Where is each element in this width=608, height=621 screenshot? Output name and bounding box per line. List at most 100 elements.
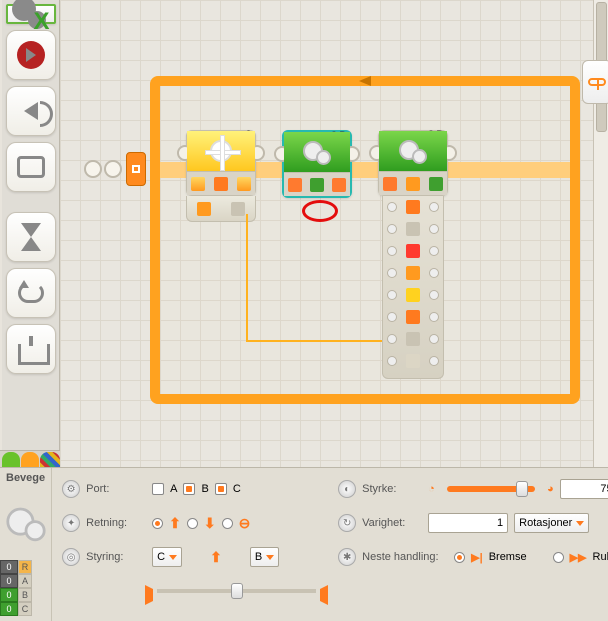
stop-icon: ⊖ <box>239 515 251 532</box>
move-block[interactable]: C B <box>378 130 448 196</box>
datahub-row[interactable] <box>383 196 443 218</box>
hub-plug-left[interactable] <box>387 290 397 300</box>
hourglass-icon <box>21 223 41 251</box>
light-sensor-block[interactable]: 3 <box>186 130 256 196</box>
display-icon <box>17 156 45 178</box>
palette-loop-block[interactable] <box>6 268 56 318</box>
port-value: 0 <box>0 560 18 574</box>
sequence-start[interactable] <box>84 148 154 190</box>
hub-plug-right[interactable] <box>429 202 439 212</box>
steering-right-motor-select[interactable]: B <box>250 547 279 567</box>
slider-thumb[interactable] <box>231 583 243 599</box>
datahub-row[interactable] <box>383 350 443 372</box>
direction-radio-up[interactable] <box>152 518 163 529</box>
palette-tabs <box>0 450 60 468</box>
hub-plug-left[interactable] <box>387 202 397 212</box>
light-icon <box>210 140 232 162</box>
arrow-up-icon: ⬆ <box>210 549 222 566</box>
infinity-icon <box>588 78 606 86</box>
hub-plug-left[interactable] <box>387 268 397 278</box>
hub-plug-left[interactable] <box>387 246 397 256</box>
direction-radio-stop[interactable] <box>222 518 233 529</box>
loop-container[interactable] <box>150 76 580 404</box>
port-checkbox-c[interactable] <box>215 483 227 495</box>
palette-sound-block[interactable] <box>6 86 56 136</box>
annotation-circle <box>302 200 338 222</box>
field-label: Neste handling: <box>362 551 448 563</box>
config-block-summary: Bevege 0R 0A 0B 0C <box>0 468 52 621</box>
port-letter: R <box>18 560 32 574</box>
field-next-action: ✱ Neste handling: ▶| Bremse ▶▶ Rulle <box>338 542 608 572</box>
param-icon <box>332 178 346 192</box>
hub-plug-left[interactable] <box>387 224 397 234</box>
port-value: 0 <box>0 588 18 602</box>
program-canvas[interactable]: 3 C B C B <box>60 0 608 467</box>
palette-tab-custom[interactable] <box>40 452 60 468</box>
config-title: Bevege <box>0 468 51 488</box>
port-letter: B <box>18 588 32 602</box>
hub-param-icon <box>406 288 420 302</box>
hub-plug-left[interactable] <box>387 312 397 322</box>
motor-gear-icon <box>6 508 45 539</box>
record-play-icon <box>17 41 45 69</box>
hub-plug-right[interactable] <box>429 224 439 234</box>
hub-plug-left[interactable] <box>387 356 397 366</box>
config-panel: Bevege 0R 0A 0B 0C ⚙ Port: A B C ◐ Styrk… <box>0 467 608 621</box>
steering-right-label: B <box>255 551 262 563</box>
port-letter: C <box>18 602 32 616</box>
next-opt-label: Rulle <box>593 551 608 563</box>
power-input[interactable]: 75 <box>560 479 608 499</box>
port-checkbox-a[interactable] <box>152 483 164 495</box>
port-checkbox-b[interactable] <box>183 483 195 495</box>
palette-tab-common[interactable] <box>2 452 20 468</box>
data-wire[interactable] <box>246 214 248 342</box>
hub-plug-left[interactable] <box>387 334 397 344</box>
hub-plug-right[interactable] <box>429 268 439 278</box>
slider-thumb[interactable] <box>516 481 528 497</box>
loop-arrow-icon <box>359 76 371 86</box>
hub-plug-right[interactable] <box>429 312 439 322</box>
field-power: ◐ Styrke: ◔ ◕ 75 <box>338 474 608 504</box>
coast-icon: ▶▶ <box>570 551 587 564</box>
hub-plug-right[interactable] <box>429 290 439 300</box>
datahub-row[interactable] <box>383 306 443 328</box>
palette-wait-block[interactable] <box>6 212 56 262</box>
move-block-selected[interactable]: C B <box>282 130 352 198</box>
start-block[interactable] <box>126 152 146 186</box>
duration-unit-label: Rotasjoner <box>519 517 572 529</box>
next-radio-coast[interactable] <box>553 552 564 563</box>
duration-icon: ↻ <box>338 514 356 532</box>
block-palette: X <box>2 0 60 467</box>
hub-plug-right[interactable] <box>429 246 439 256</box>
palette-tab-complete[interactable] <box>21 452 39 468</box>
palette-switch-block[interactable] <box>6 324 56 374</box>
hub-plug-right[interactable] <box>429 334 439 344</box>
direction-radio-down[interactable] <box>187 518 198 529</box>
duration-unit-select[interactable]: Rotasjoner <box>514 513 589 533</box>
steering-left-motor-select[interactable]: C <box>152 547 182 567</box>
next-action-icon: ✱ <box>338 548 356 566</box>
hub-param-icon <box>406 200 420 214</box>
datahub-row[interactable] <box>383 218 443 240</box>
palette-display-block[interactable] <box>6 142 56 192</box>
duration-input[interactable]: 1 <box>428 513 508 533</box>
move-block-datahub[interactable] <box>382 196 444 379</box>
brake-icon: ▶| <box>471 551 483 564</box>
datahub-row[interactable] <box>383 284 443 306</box>
datahub-row[interactable] <box>383 262 443 284</box>
hub-plug-right[interactable] <box>429 356 439 366</box>
hub-plug-icon <box>231 202 245 216</box>
datahub-row[interactable] <box>383 240 443 262</box>
palette-play-block[interactable] <box>6 30 56 80</box>
palette-gear-block[interactable]: X <box>6 4 56 24</box>
steering-icon: ◎ <box>62 548 80 566</box>
power-slider[interactable] <box>447 486 535 492</box>
steering-slider[interactable] <box>157 589 316 593</box>
beam-peg <box>104 160 122 178</box>
hub-param-icon <box>406 244 420 258</box>
data-wire[interactable] <box>246 340 396 342</box>
loop-end-block[interactable] <box>582 60 608 104</box>
next-radio-brake[interactable] <box>454 552 465 563</box>
datahub-row[interactable] <box>383 328 443 350</box>
gauge-high-icon: ◕ <box>547 483 554 495</box>
